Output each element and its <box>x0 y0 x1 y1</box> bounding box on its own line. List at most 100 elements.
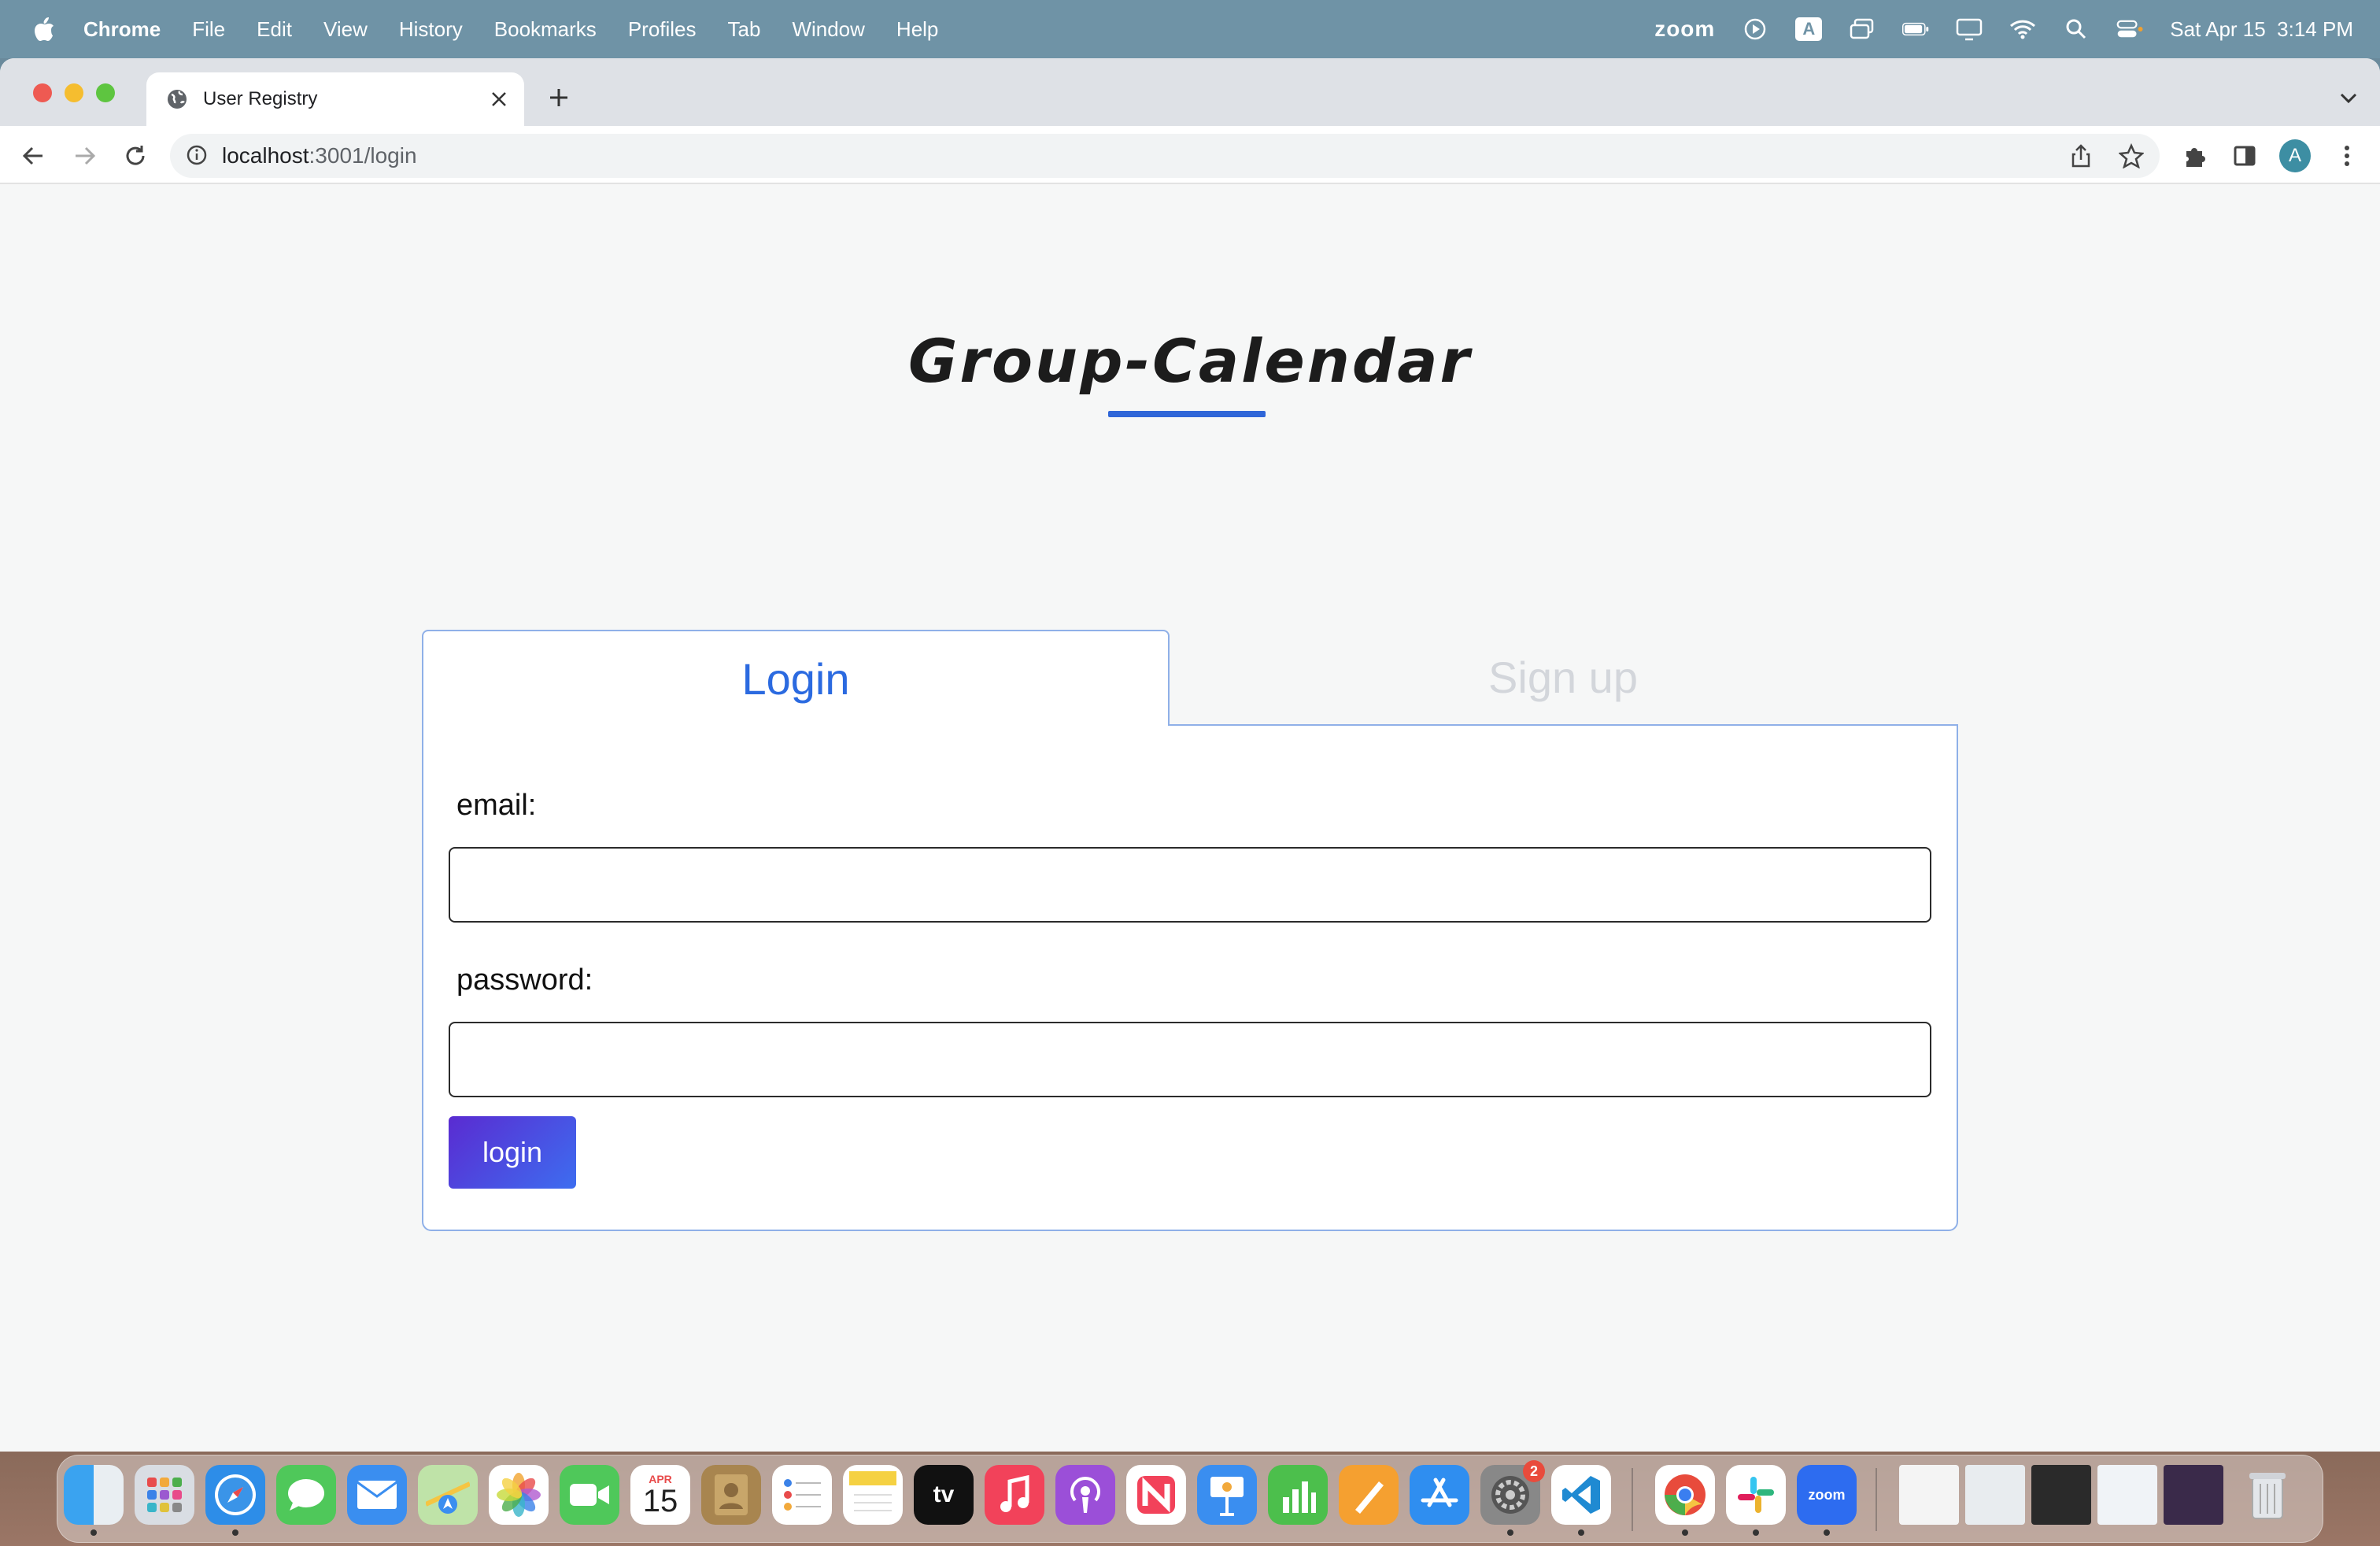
recent-document-thumbnail-4[interactable] <box>2097 1465 2157 1525</box>
photos-icon[interactable] <box>489 1465 549 1525</box>
reminders-icon[interactable] <box>772 1465 832 1525</box>
app-store-icon[interactable] <box>1410 1465 1469 1525</box>
podcasts-icon[interactable] <box>1055 1465 1115 1525</box>
globe-icon <box>165 87 189 111</box>
menu-history[interactable]: History <box>399 17 463 42</box>
tab-close-icon[interactable] <box>486 87 512 112</box>
tab-search-chevron-down-icon[interactable] <box>2333 82 2364 113</box>
pages-icon[interactable] <box>1339 1465 1399 1525</box>
finder-icon[interactable] <box>64 1465 124 1525</box>
window-close-button[interactable] <box>33 83 52 102</box>
slack-icon[interactable] <box>1726 1465 1786 1525</box>
browser-toolbar: localhost:3001/login A <box>0 126 2380 184</box>
url-host: localhost <box>222 143 309 168</box>
zoom-status-item[interactable]: zoom <box>1654 17 1715 42</box>
tab-signup[interactable]: Sign up <box>1170 630 1957 724</box>
menu-tab[interactable]: Tab <box>728 17 761 42</box>
side-panel-icon[interactable] <box>2229 140 2260 172</box>
zoom-app-label: zoom <box>1808 1486 1846 1503</box>
news-icon[interactable] <box>1126 1465 1186 1525</box>
menubar-datetime[interactable]: Sat Apr 15 3:14 PM <box>2170 17 2353 42</box>
menu-view[interactable]: View <box>323 17 368 42</box>
forward-arrow-icon[interactable] <box>69 140 101 172</box>
vscode-running-indicator <box>1578 1529 1584 1536</box>
zoom-app-icon[interactable]: zoom <box>1797 1465 1857 1525</box>
browser-window: User Registry localhost:3001/login A Gro… <box>0 58 2380 1452</box>
facetime-icon[interactable] <box>560 1465 619 1525</box>
more-menu-icon[interactable] <box>2331 140 2363 172</box>
screen-mirroring-icon[interactable] <box>1849 16 1876 43</box>
browser-tab-active[interactable]: User Registry <box>146 72 524 126</box>
menu-help[interactable]: Help <box>896 17 938 42</box>
menu-app-name[interactable]: Chrome <box>83 17 161 42</box>
chrome-icon[interactable] <box>1655 1465 1715 1525</box>
maps-icon[interactable] <box>418 1465 478 1525</box>
system-settings-icon[interactable]: 2 <box>1480 1460 1545 1525</box>
music-icon[interactable] <box>985 1465 1044 1525</box>
mail-icon[interactable] <box>347 1465 407 1525</box>
display-icon[interactable] <box>1956 16 1983 43</box>
apple-menu-icon[interactable] <box>28 13 60 45</box>
safari-icon[interactable] <box>205 1465 265 1525</box>
settings-badge: 2 <box>1523 1460 1545 1482</box>
keynote-icon[interactable] <box>1197 1465 1257 1525</box>
launchpad-icon[interactable] <box>135 1465 194 1525</box>
menubar-status-area: zoom A Sat Apr 15 3:14 PM <box>1654 0 2353 58</box>
url-path: :3001/login <box>309 143 417 168</box>
vscode-icon[interactable] <box>1551 1465 1611 1525</box>
page-title: Group-Calendar <box>907 326 1473 396</box>
password-field[interactable] <box>449 1022 1931 1097</box>
reload-icon[interactable] <box>120 140 151 172</box>
chrome-running-indicator <box>1682 1529 1688 1536</box>
window-minimize-button[interactable] <box>65 83 83 102</box>
slack-running-indicator <box>1753 1529 1759 1536</box>
share-icon[interactable] <box>2065 140 2097 172</box>
trash-icon[interactable] <box>2238 1465 2297 1525</box>
new-tab-icon[interactable] <box>543 82 575 113</box>
tab-title: User Registry <box>203 88 318 109</box>
menu-bookmarks[interactable]: Bookmarks <box>494 17 597 42</box>
web-page: Group-Calendar Login Sign up email: pass… <box>0 184 2380 1452</box>
dock-separator-2 <box>1876 1468 1877 1531</box>
tab-login[interactable]: Login <box>422 630 1170 726</box>
spotlight-search-icon[interactable] <box>2063 16 2090 43</box>
messages-icon[interactable] <box>276 1465 336 1525</box>
recent-document-thumbnail-3[interactable] <box>2031 1465 2091 1525</box>
menu-file[interactable]: File <box>192 17 225 42</box>
profile-avatar[interactable]: A <box>2279 139 2311 172</box>
address-bar[interactable]: localhost:3001/login <box>170 134 2160 178</box>
recent-document-thumbnail-5[interactable] <box>2164 1465 2223 1525</box>
battery-icon[interactable] <box>1902 16 1929 43</box>
apple-tv-icon[interactable]: tv <box>914 1465 974 1525</box>
menu-profiles[interactable]: Profiles <box>628 17 697 42</box>
menu-window[interactable]: Window <box>792 17 864 42</box>
password-label: password: <box>456 963 593 997</box>
notes-icon[interactable] <box>843 1465 903 1525</box>
title-underline <box>1108 411 1266 417</box>
menu-edit[interactable]: Edit <box>257 17 292 42</box>
recent-document-thumbnail-1[interactable] <box>1899 1465 1959 1525</box>
calendar-day: 15 <box>642 1484 678 1518</box>
macos-menubar: Chrome File Edit View History Bookmarks … <box>0 0 2380 58</box>
dock-separator <box>1632 1468 1633 1531</box>
url-text[interactable]: localhost:3001/login <box>222 143 417 168</box>
profile-initial: A <box>2279 139 2311 172</box>
safari-running-indicator <box>232 1529 238 1536</box>
finder-running-indicator <box>91 1529 97 1536</box>
numbers-icon[interactable] <box>1268 1465 1328 1525</box>
window-zoom-button[interactable] <box>96 83 115 102</box>
contacts-icon[interactable] <box>701 1465 761 1525</box>
control-center-icon[interactable] <box>2116 16 2143 43</box>
site-info-icon[interactable] <box>186 144 209 168</box>
login-button[interactable]: login <box>449 1116 576 1189</box>
input-source-icon[interactable]: A <box>1795 16 1823 43</box>
recent-document-thumbnail-2[interactable] <box>1965 1465 2025 1525</box>
back-arrow-icon[interactable] <box>17 140 49 172</box>
email-label: email: <box>456 789 537 822</box>
wifi-icon[interactable] <box>2009 16 2036 43</box>
calendar-icon[interactable]: APR 15 <box>630 1465 690 1525</box>
play-circle-icon[interactable] <box>1742 16 1768 43</box>
bookmark-star-icon[interactable] <box>2116 140 2147 172</box>
email-field[interactable] <box>449 847 1931 923</box>
extensions-puzzle-icon[interactable] <box>2179 140 2210 172</box>
